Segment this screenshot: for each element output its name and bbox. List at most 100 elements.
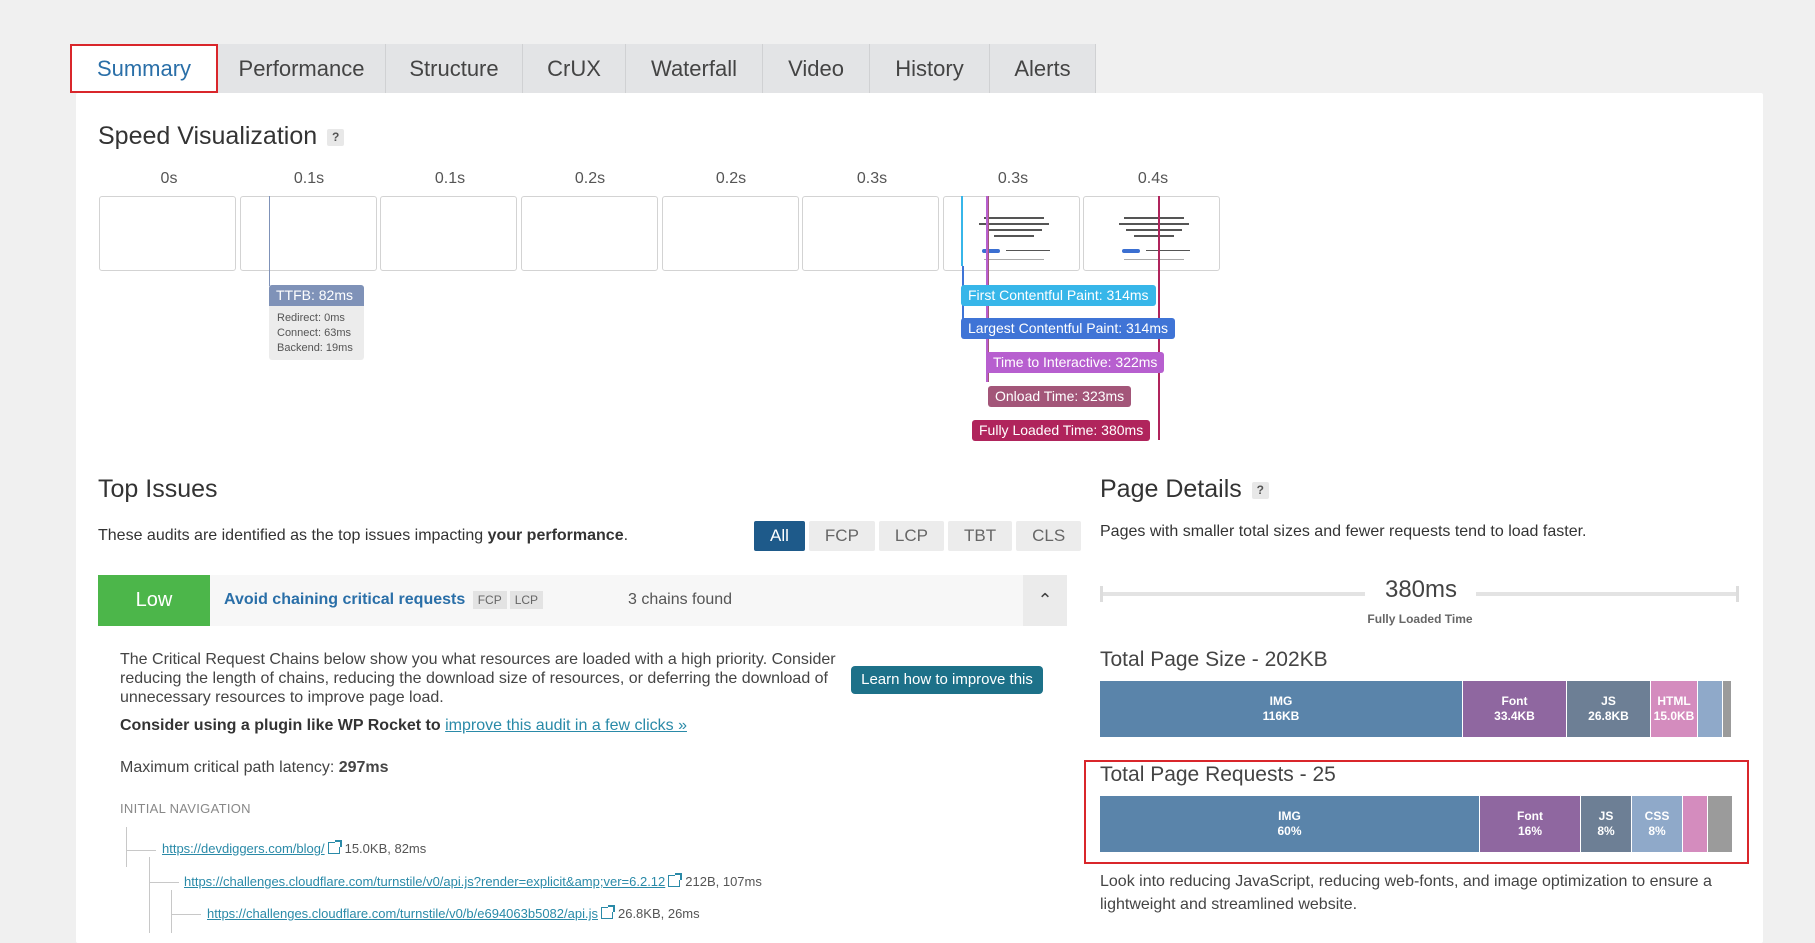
chain-item: https://devdiggers.com/blog/15.0KB, 82ms [162,840,426,856]
filmstrip-frame[interactable] [521,196,658,271]
segment-value: 60% [1277,824,1302,838]
tab-history[interactable]: History [870,44,990,93]
requests-segment[interactable]: Font 16% [1480,796,1581,852]
segment-name: JS [1601,694,1616,708]
issue-title[interactable]: Avoid chaining critical requests FCP LCP [224,591,544,609]
size-segment[interactable]: Font 33.4KB [1463,681,1567,737]
requests-segment[interactable] [1708,796,1733,852]
frame-time: 0.1s [434,170,466,187]
tab-performance[interactable]: Performance [218,44,386,93]
latency-value: 297ms [338,759,389,776]
tree-line [126,850,156,851]
chain-meta: 26.8KB, 26ms [617,906,700,921]
top-issues-description: These audits are identified as the top i… [98,527,628,545]
filter-cls[interactable]: CLS [1016,521,1082,551]
chain-item: https://challenges.cloudflare.com/turnst… [207,905,700,921]
tab-bar: Summary Performance Structure CrUX Water… [70,44,1096,93]
page-details-footer: Look into reducing JavaScript, reducing … [1100,873,1712,913]
requests-segment[interactable]: CSS 8% [1632,796,1683,852]
filter-lcp[interactable]: LCP [878,521,944,551]
size-segment[interactable]: IMG 116KB [1100,681,1463,737]
segment-value: 16% [1517,824,1543,838]
size-segment[interactable] [1723,681,1732,737]
external-link-icon[interactable] [668,873,683,887]
initial-navigation-heading: INITIAL NAVIGATION [120,801,251,816]
issue-description: The Critical Request Chains below show y… [120,651,836,706]
onload-marker: Onload Time: 323ms [988,386,1132,407]
filter-tbt[interactable]: TBT [947,521,1013,551]
filmstrip-frame[interactable] [99,196,236,271]
chevron-up-icon[interactable]: ⌃ [1023,575,1067,626]
requests-segment[interactable]: JS 8% [1581,796,1632,852]
severity-badge: Low [98,575,210,626]
fully-loaded-marker: Fully Loaded Time: 380ms [972,420,1151,441]
tab-structure[interactable]: Structure [386,44,523,93]
page-details-title-text: Page Details [1100,475,1242,503]
tab-summary[interactable]: Summary [70,44,218,93]
lcp-marker: Largest Contentful Paint: 314ms [961,318,1176,339]
tab-video[interactable]: Video [763,44,870,93]
chain-meta: 212B, 107ms [685,874,762,889]
frame-time: 0.2s [715,170,747,187]
size-segment[interactable] [1698,681,1723,737]
plugin-suggestion: Consider using a plugin like WP Rocket t… [120,717,687,735]
frame-time: 0.4s [1137,170,1169,187]
filmstrip-frame[interactable] [1083,196,1220,271]
tti-marker: Time to Interactive: 322ms [986,352,1165,373]
size-segment[interactable]: JS 26.8KB [1567,681,1651,737]
requests-segment[interactable] [1683,796,1708,852]
chain-link[interactable]: https://devdiggers.com/blog/ [162,841,325,856]
filter-fcp[interactable]: FCP [808,521,875,551]
fully-loaded-label: Fully Loaded Time [1367,612,1473,626]
chain-link[interactable]: https://challenges.cloudflare.com/turnst… [184,874,665,889]
total-page-size-title: Total Page Size - 202KB [1100,648,1328,671]
tab-alerts[interactable]: Alerts [990,44,1096,93]
segment-name: Font [1517,809,1543,823]
tab-waterfall[interactable]: Waterfall [626,44,763,93]
frame-time: 0.2s [574,170,606,187]
top-issues-title: Top Issues [98,475,218,503]
page-details-subtitle: Pages with smaller total sizes and fewer… [1100,523,1587,540]
fcp-marker: First Contentful Paint: 314ms [961,285,1156,306]
timeline-cap [1736,586,1739,602]
chain-link[interactable]: https://challenges.cloudflare.com/turnst… [207,906,598,921]
filmstrip-frame[interactable] [240,196,377,271]
total-page-requests-title: Total Page Requests - 25 [1100,763,1336,786]
speed-visualization-title-text: Speed Visualization [98,122,318,150]
help-icon[interactable]: ? [327,128,345,146]
speed-visualization-title: Speed Visualization? [98,122,345,151]
issue-row[interactable]: Low Avoid chaining critical requests FCP… [98,575,1067,626]
tree-line [171,914,201,915]
requests-segment[interactable]: IMG 60% [1100,796,1480,852]
external-link-icon[interactable] [600,905,615,919]
tree-line [171,890,172,933]
timeline-track [1103,592,1365,596]
filmstrip-frame[interactable] [943,196,1080,271]
page-size-bar: IMG 116KB Font 33.4KB JS 26.8KB HTML 15.0KB [1100,681,1733,737]
fully-loaded-value: 380ms [1384,576,1458,603]
segment-name: IMG [1269,694,1293,708]
external-link-icon[interactable] [327,840,342,854]
critical-latency: Maximum critical path latency: 297ms [120,759,389,777]
segment-name: JS [1598,809,1614,823]
filmstrip-frame[interactable] [662,196,799,271]
ttfb-line [269,196,270,286]
tag-lcp: LCP [509,591,544,609]
segment-value: 116KB [1262,709,1300,723]
tab-crux[interactable]: CrUX [523,44,626,93]
fcp-line [961,196,963,266]
size-segment[interactable]: HTML 15.0KB [1651,681,1698,737]
tree-line [149,882,179,883]
filter-all[interactable]: All [754,521,805,551]
learn-how-button[interactable]: Learn how to improve this [851,666,1043,694]
plugin-link[interactable]: improve this audit in a few clicks » [445,717,687,734]
filmstrip-frame[interactable] [802,196,939,271]
plugin-text: Consider using a plugin like WP Rocket t… [120,717,441,734]
frame-time: 0s [160,170,178,187]
filmstrip-frame[interactable] [380,196,517,271]
segment-value: 33.4KB [1494,709,1535,723]
issue-summary: 3 chains found [628,591,733,608]
page-thumbnail [954,207,1069,262]
chain-item: https://challenges.cloudflare.com/turnst… [184,873,762,889]
help-icon[interactable]: ? [1251,481,1269,499]
